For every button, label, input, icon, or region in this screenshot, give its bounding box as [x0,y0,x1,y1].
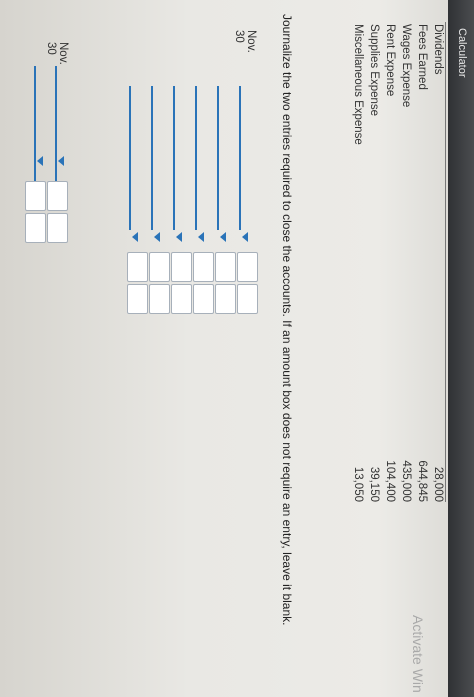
debit-amount-input[interactable] [193,252,214,282]
activate-windows-watermark: Activate Win [410,615,426,693]
credit-amount-input[interactable] [127,284,148,314]
entry1-date: Nov. 30 [233,30,257,53]
credit-amount-input[interactable] [149,284,170,314]
credit-amount-input[interactable] [47,213,68,243]
top-toolbar: Calculator [448,0,474,697]
credit-amount-input[interactable] [193,284,214,314]
chevron-down-icon[interactable] [58,156,64,166]
chevron-down-icon[interactable] [220,232,226,242]
account-row: Dividends 28,000 [429,22,446,502]
calculator-link[interactable]: Calculator [456,28,468,78]
entry1-account-select[interactable] [217,86,219,230]
chevron-down-icon[interactable] [154,232,160,242]
entry1-account-select[interactable] [239,86,241,230]
photo-background: Calculator Dividends 28,000 Fees Earned … [0,0,474,697]
account-amount: 28,000 [432,466,444,502]
debit-amount-input[interactable] [47,181,68,211]
credit-amount-input[interactable] [25,213,46,243]
credit-amount-input[interactable] [171,284,192,314]
account-row: Rent Expense 104,400 [381,22,397,502]
entry1-account-select[interactable] [129,86,131,230]
chevron-down-icon[interactable] [198,232,204,242]
instructions-text: Journalize the two entries required to c… [280,14,294,626]
account-amount: 644,845 [416,460,428,502]
debit-amount-input[interactable] [25,181,46,211]
account-name: Fees Earned [416,24,428,90]
entry1-account-select[interactable] [173,86,175,230]
account-amount: 39,150 [368,466,380,502]
account-row: Fees Earned 644,845 [413,22,429,502]
chevron-down-icon[interactable] [242,232,248,242]
screen: Calculator Dividends 28,000 Fees Earned … [0,0,474,697]
chevron-down-icon[interactable] [132,232,138,242]
debit-amount-input[interactable] [171,252,192,282]
debit-amount-input[interactable] [149,252,170,282]
chevron-down-icon[interactable] [176,232,182,242]
account-name: Miscellaneous Expense [352,24,364,145]
account-row: Miscellaneous Expense 13,050 [349,22,365,502]
entry1-account-select[interactable] [195,86,197,230]
account-name: Wages Expense [400,24,412,108]
debit-amount-input[interactable] [127,252,148,282]
account-amount: 435,000 [400,460,412,502]
entry2-date: Nov. 30 [45,42,69,65]
account-balance-table: Dividends 28,000 Fees Earned 644,845 Wag… [349,22,446,502]
account-name: Rent Expense [384,24,396,97]
debit-amount-input[interactable] [215,252,236,282]
account-amount: 13,050 [352,466,364,502]
account-name: Supplies Expense [368,24,380,117]
chevron-down-icon[interactable] [37,156,43,166]
debit-amount-input[interactable] [237,252,258,282]
account-amount: 104,400 [384,460,396,502]
account-row: Wages Expense 435,000 [397,22,413,502]
account-row: Supplies Expense 39,150 [365,22,381,502]
credit-amount-input[interactable] [237,284,258,314]
account-name: Dividends [432,24,444,75]
credit-amount-input[interactable] [215,284,236,314]
entry1-account-select[interactable] [151,86,153,230]
